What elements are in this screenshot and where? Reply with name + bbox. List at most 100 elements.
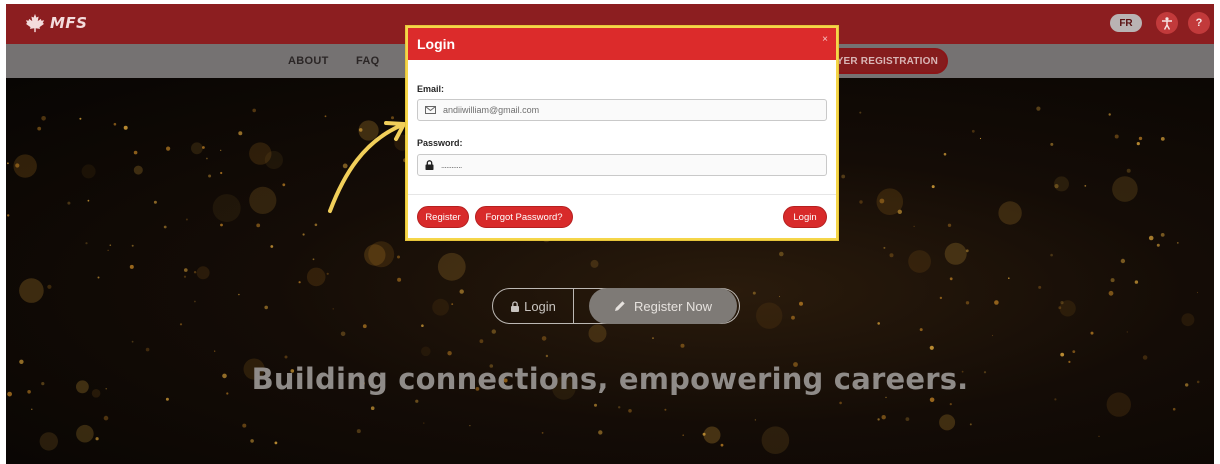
register-button[interactable]: Register [417,206,469,228]
bokeh-dot [298,281,301,284]
bokeh-dot [193,271,197,274]
close-icon[interactable]: × [822,34,828,45]
hero-login-button[interactable]: Login [492,288,574,324]
bokeh-dot [761,426,790,455]
bokeh-dot [415,399,419,403]
lock-icon [425,160,434,170]
help-button[interactable]: ? [1188,12,1210,34]
nav-link-faq[interactable]: FAQ [356,55,380,67]
bokeh-dot [754,419,757,421]
bokeh-dot [541,336,547,341]
bokeh-dot [859,200,863,204]
bokeh-dot [881,415,886,420]
bokeh-dot [85,242,88,245]
logo-text: MFS [50,14,88,32]
bokeh-dot [340,331,346,337]
logo[interactable]: MFS [24,13,87,33]
bokeh-dot [19,278,44,303]
login-button[interactable]: Login [783,206,827,228]
bokeh-dot [1050,142,1054,146]
bokeh-dot [949,277,953,281]
bokeh-dot [256,223,261,228]
password-value: ............ [441,160,462,170]
bokeh-dot [7,162,9,165]
bokeh-dot [1054,176,1069,192]
bokeh-dot [1058,306,1062,310]
bokeh-dot [618,406,621,409]
password-label: Password: [417,138,463,148]
bokeh-dot [877,418,880,421]
bokeh-dot [145,347,150,352]
accessibility-icon [1162,16,1172,30]
bokeh-dot [752,291,756,295]
bokeh-dot [113,122,117,126]
bokeh-dot [1138,136,1143,141]
bokeh-dot [15,163,20,168]
bokeh-dot [702,432,706,436]
bokeh-dot [7,214,10,217]
bokeh-dot [39,432,58,451]
bokeh-dot [1126,331,1129,333]
bokeh-dot [131,244,134,247]
email-value: andiiwilliam@gmail.com [443,105,540,115]
bokeh-dot [179,323,183,326]
bokeh-dot [123,125,128,130]
bokeh-dot [991,334,994,337]
bokeh-dot [664,408,667,411]
bokeh-dot [212,194,241,223]
bokeh-dot [314,223,318,227]
bokeh-dot [877,322,880,325]
bokeh-dot [432,298,449,316]
bokeh-dot [908,250,931,273]
bokeh-dot [841,174,846,179]
bokeh-dot [362,324,367,329]
bokeh-dot [41,116,46,121]
bokeh-dot [87,199,90,202]
forgot-password-button[interactable]: Forgot Password? [475,206,573,228]
bokeh-dot [37,126,42,131]
bokeh-dot [131,340,134,343]
bokeh-dot [979,137,982,140]
bokeh-dot [885,396,887,399]
bokeh-dot [421,324,424,327]
bokeh-dot [949,403,952,406]
bokeh-dot [270,245,274,248]
modal-header: Login × [408,28,836,60]
bokeh-dot [682,434,684,437]
bokeh-dot [598,430,603,435]
bokeh-dot [79,117,82,120]
bokeh-dot [799,301,803,306]
language-toggle-button[interactable]: FR [1110,14,1142,32]
login-modal: Login × Email: andiiwilliam@gmail.com Pa… [406,26,838,240]
bokeh-dot [103,415,109,421]
bokeh-dot [202,146,205,149]
bokeh-dot [302,233,305,236]
bokeh-dot [370,406,375,411]
bokeh-dot [703,426,721,444]
bokeh-dot [1136,142,1140,146]
bokeh-dot [67,201,71,205]
bokeh-dot [1108,113,1111,116]
bokeh-dot [284,355,288,359]
bokeh-dot [368,241,395,268]
bokeh-dot [324,115,327,118]
bokeh-dot [1172,407,1176,411]
bokeh-dot [1126,168,1131,173]
bokeh-dot [1156,243,1160,247]
hero-register-button[interactable]: Register Now [589,288,737,324]
bokeh-dot [97,276,100,279]
password-field[interactable]: ............ [417,154,827,176]
bokeh-dot [196,266,210,280]
bokeh-dot [1120,258,1126,264]
bokeh-dot [1112,176,1138,202]
email-field[interactable]: andiiwilliam@gmail.com [417,99,827,121]
hero-login-label: Login [524,298,556,314]
accessibility-button[interactable] [1156,12,1178,34]
bokeh-dot [194,300,196,303]
bokeh-dot [206,157,208,160]
nav-link-about[interactable]: ABOUT [288,55,329,67]
lock-icon [511,300,520,312]
bokeh-dot [965,301,970,305]
maple-leaf-icon [25,13,45,33]
bokeh-dot [421,346,431,357]
